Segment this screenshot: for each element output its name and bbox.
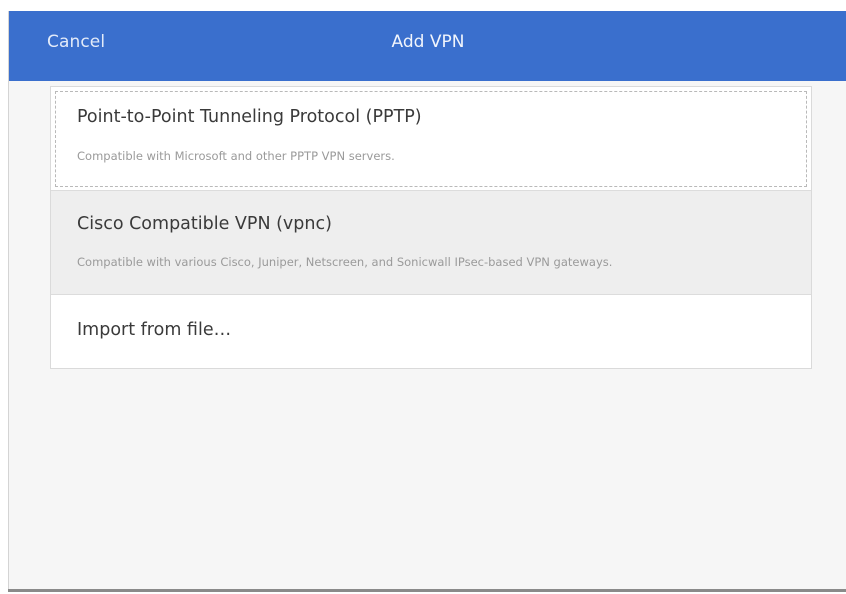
- dialog-title: Add VPN: [391, 32, 465, 52]
- add-vpn-dialog: Cancel Add VPN Point-to-Point Tunneling …: [8, 11, 846, 589]
- vpn-option-pptp[interactable]: Point-to-Point Tunneling Protocol (PPTP)…: [51, 87, 811, 191]
- vpn-option-description: Compatible with Microsoft and other PPTP…: [77, 149, 395, 163]
- vpn-option-title: Point-to-Point Tunneling Protocol (PPTP): [77, 107, 422, 127]
- vpn-option-description: Compatible with various Cisco, Juniper, …: [77, 255, 613, 269]
- header-bar: Cancel Add VPN: [9, 11, 846, 81]
- dialog-bottom-edge: [8, 589, 846, 592]
- vpn-option-title: Cisco Compatible VPN (vpnc): [77, 214, 332, 234]
- vpn-option-vpnc[interactable]: Cisco Compatible VPN (vpnc) Compatible w…: [51, 191, 811, 295]
- import-from-file-label: Import from file…: [77, 320, 232, 340]
- import-from-file-option[interactable]: Import from file…: [51, 295, 811, 368]
- vpn-type-list: Point-to-Point Tunneling Protocol (PPTP)…: [50, 86, 812, 369]
